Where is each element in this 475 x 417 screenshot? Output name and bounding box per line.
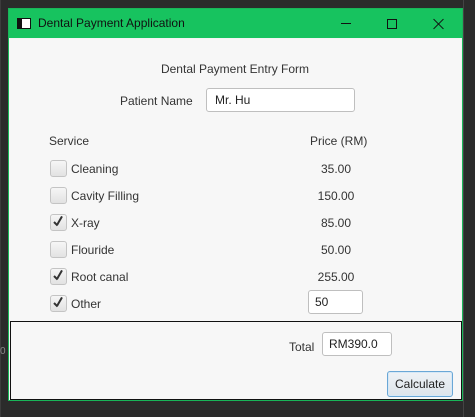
cavity-filling-checkbox[interactable]: [50, 187, 67, 204]
other-price-input[interactable]: 50: [308, 290, 363, 314]
service-price: 85.00: [320, 216, 352, 230]
service-price: 50.00: [320, 243, 352, 257]
total-label: Total: [289, 340, 315, 354]
close-icon: [433, 18, 445, 30]
service-label: Flouride: [71, 243, 115, 257]
service-column-header: Service: [49, 134, 90, 148]
service-row-cleaning: Cleaning 35.00: [10, 160, 461, 180]
app-window-icon: [17, 18, 31, 29]
maximize-button[interactable]: [369, 9, 415, 38]
checkmark-icon: [54, 296, 63, 309]
calculate-button[interactable]: Calculate: [387, 371, 453, 397]
service-row-root-canal: Root canal 255.00: [10, 268, 461, 288]
desktop-divider: [463, 0, 464, 417]
service-price: 150.00: [317, 189, 355, 203]
service-label: Root canal: [71, 270, 129, 284]
price-column-header: Price (RM): [310, 134, 368, 148]
title-bar[interactable]: Dental Payment Application: [9, 9, 462, 38]
other-checkbox[interactable]: [50, 295, 67, 312]
app-window: Dental Payment Application Dental Paymen…: [8, 8, 463, 401]
patient-name-input[interactable]: Mr. Hu: [206, 88, 355, 112]
window-title: Dental Payment Application: [38, 16, 185, 30]
form-title: Dental Payment Entry Form: [160, 62, 310, 76]
form-panel: Dental Payment Entry Form Patient Name M…: [10, 39, 461, 322]
service-label: Cavity Filling: [71, 189, 140, 203]
minimize-icon: [341, 23, 351, 24]
checkmark-icon: [54, 215, 63, 228]
minimize-button[interactable]: [323, 9, 369, 38]
cleaning-checkbox[interactable]: [50, 160, 67, 177]
root-canal-checkbox[interactable]: [50, 268, 67, 285]
patient-name-label: Patient Name: [120, 94, 193, 108]
service-row-x-ray: X-ray 85.00: [10, 214, 461, 234]
service-row-flouride: Flouride 50.00: [10, 241, 461, 261]
service-row-other: Other 50: [10, 290, 461, 315]
total-panel: Total RM390.0 Calculate: [10, 321, 462, 400]
close-button[interactable]: [416, 9, 462, 38]
total-field[interactable]: RM390.0: [322, 332, 392, 356]
service-row-cavity-filling: Cavity Filling 150.00: [10, 187, 461, 207]
flouride-checkbox[interactable]: [50, 241, 67, 258]
desktop-edge-text: 0: [0, 346, 6, 357]
checkmark-icon: [54, 269, 63, 282]
service-label: Other: [71, 297, 102, 311]
service-price: 255.00: [317, 270, 355, 284]
x-ray-checkbox[interactable]: [50, 214, 67, 231]
maximize-icon: [387, 18, 397, 29]
service-label: X-ray: [71, 216, 100, 230]
service-label: Cleaning: [71, 162, 119, 176]
service-price: 35.00: [320, 162, 352, 176]
